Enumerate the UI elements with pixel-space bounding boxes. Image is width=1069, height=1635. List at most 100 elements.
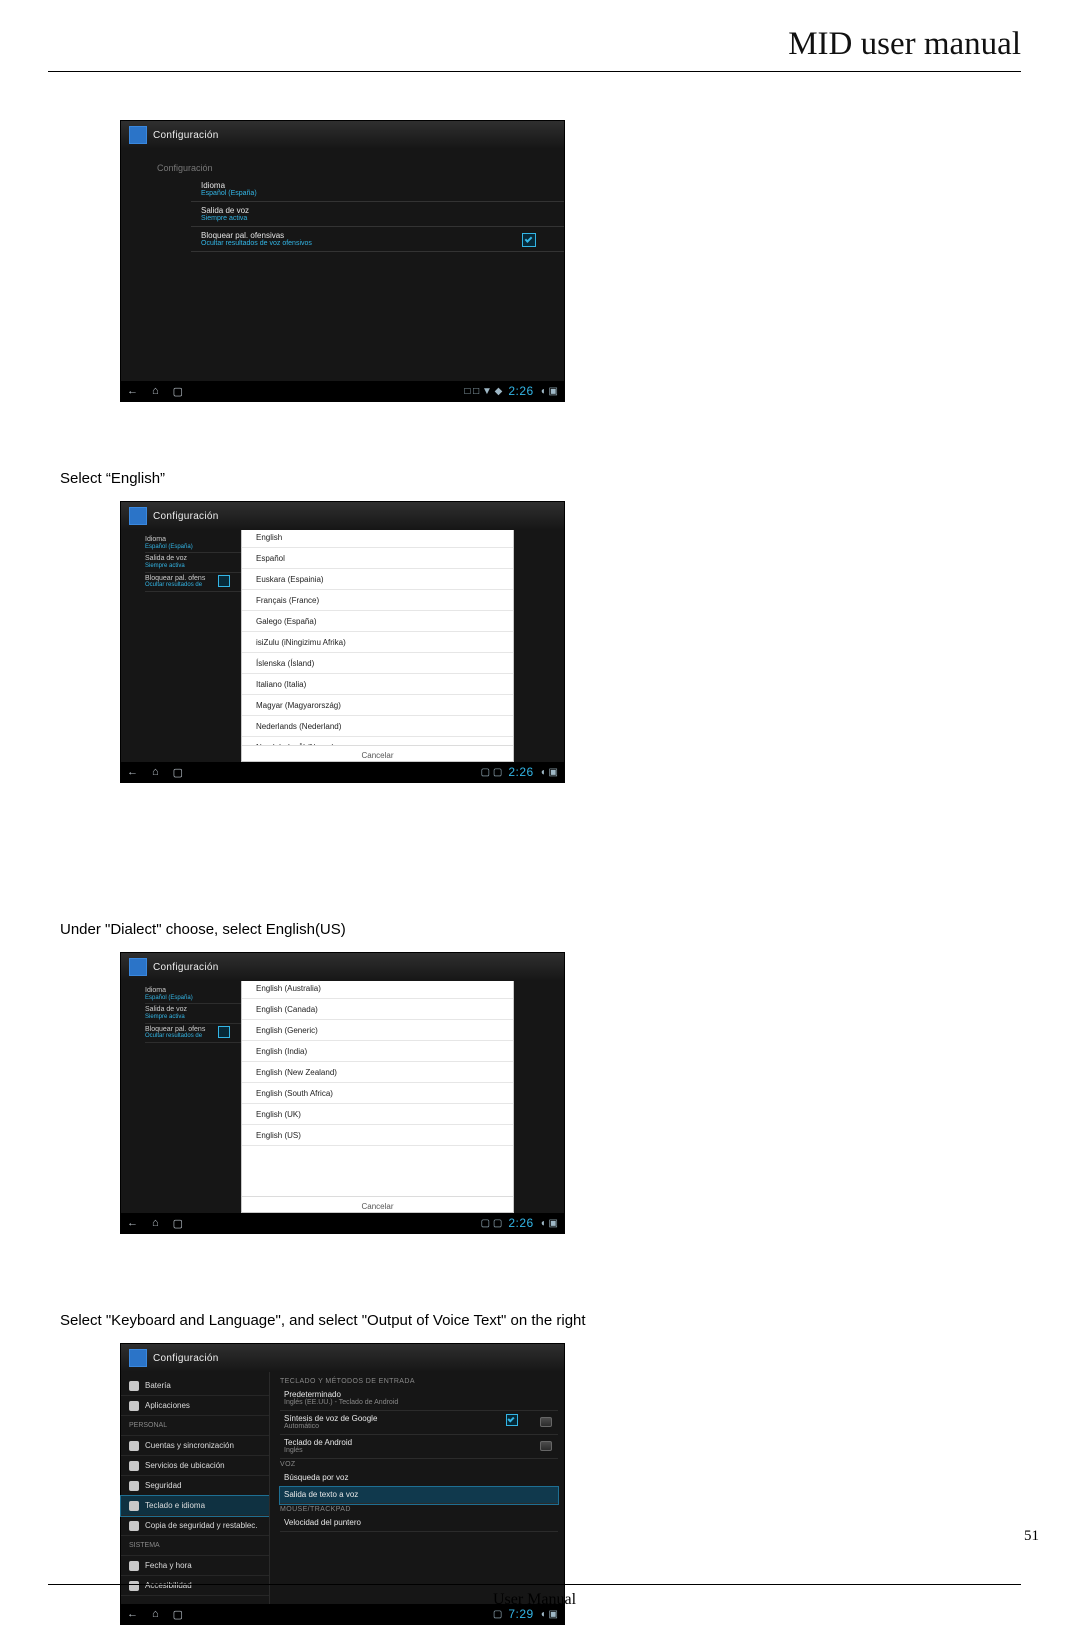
language-option[interactable]: Nederlands (Nederland): [242, 716, 513, 737]
language-option[interactable]: English (Australia): [242, 978, 513, 999]
language-option[interactable]: English (India): [242, 1041, 513, 1062]
recent-icon[interactable]: ▢: [173, 385, 183, 398]
category-icon: [129, 1501, 139, 1511]
settings-icon[interactable]: [540, 1441, 552, 1451]
caption-select-english: Select “English”: [60, 470, 1021, 487]
language-option[interactable]: Galego (España): [242, 611, 513, 632]
back-icon[interactable]: ←: [127, 1608, 138, 1620]
setting-predeterminado[interactable]: Predeterminado Inglés (EE.UU.) - Teclado…: [280, 1387, 558, 1411]
checkbox-checked-icon[interactable]: [522, 233, 536, 247]
section-header: PERSONAL: [121, 1416, 269, 1436]
checkbox-checked-icon: [218, 575, 230, 587]
language-option[interactable]: Euskara (Espainia): [242, 569, 513, 590]
language-option[interactable]: English (US): [242, 1125, 513, 1146]
category-label: PERSONAL: [129, 1422, 167, 1429]
home-icon[interactable]: ⌂: [152, 766, 159, 778]
language-option[interactable]: English (UK): [242, 1104, 513, 1125]
settings-app-icon: [129, 126, 147, 144]
window-titlebar: Configuración: [121, 502, 564, 530]
setting-subtitle: Ocultar resultados de voz ofensivos: [201, 240, 554, 247]
breadcrumb: Configuración: [121, 163, 564, 177]
language-option[interactable]: Norsk bokmål (Norge): [242, 737, 513, 745]
category-label: Servicios de ubicación: [145, 1461, 225, 1470]
window-title: Configuración: [153, 962, 219, 973]
setting-title: Velocidad del puntero: [284, 1518, 558, 1527]
settings-category[interactable]: Seguridad: [121, 1476, 269, 1496]
dialect-popup: Dialecto English (Australia)English (Can…: [241, 953, 514, 1213]
doc-header-title: MID user manual: [48, 26, 1021, 63]
status-tray: ▢: [493, 1609, 502, 1620]
clock: 7:29: [508, 1607, 533, 1621]
setting-subtitle: Siempre activa: [201, 215, 554, 222]
language-option[interactable]: Español: [242, 548, 513, 569]
android-navbar: ← ⌂ ▢ □ □ ▼ ◆ 2:26 ◖ ▣: [121, 381, 564, 401]
window-titlebar: Configuración: [121, 121, 564, 149]
category-label: Copia de seguridad y restablec.: [145, 1521, 258, 1530]
language-option[interactable]: Italiano (Italia): [242, 674, 513, 695]
category-icon: [129, 1461, 139, 1471]
home-icon[interactable]: ⌂: [152, 1217, 159, 1229]
window-title: Configuración: [153, 511, 219, 522]
language-option[interactable]: English (New Zealand): [242, 1062, 513, 1083]
page-number: 51: [1024, 1528, 1039, 1545]
language-option[interactable]: English: [242, 527, 513, 548]
home-icon[interactable]: ⌂: [152, 1608, 159, 1620]
category-icon: [129, 1381, 139, 1391]
screenshot-1-settings: Configuración Configuración Idioma Españ…: [120, 120, 565, 402]
recent-icon[interactable]: ▢: [173, 1608, 183, 1621]
window-title: Configuración: [153, 1353, 219, 1364]
clock: 2:26: [508, 765, 533, 779]
settings-category[interactable]: Copia de seguridad y restablec.: [121, 1516, 269, 1536]
language-option[interactable]: Français (France): [242, 590, 513, 611]
caption-dialect: Under "Dialect" choose, select English(U…: [60, 921, 1021, 938]
window-titlebar: Configuración: [121, 1344, 564, 1372]
settings-category[interactable]: Aplicaciones: [121, 1396, 269, 1416]
setting-row-bloquear[interactable]: Bloquear pal. ofensivas Ocultar resultad…: [191, 227, 564, 252]
language-option[interactable]: English (South Africa): [242, 1083, 513, 1104]
status-tray: □ □ ▼ ◆: [464, 386, 502, 397]
settings-category[interactable]: Fecha y hora: [121, 1556, 269, 1576]
setting-subtitle: Español (España): [201, 190, 554, 197]
category-icon: [129, 1441, 139, 1451]
setting-row-idioma[interactable]: Idioma Español (España): [191, 177, 564, 202]
settings-category[interactable]: Batería: [121, 1376, 269, 1396]
back-icon[interactable]: ←: [127, 385, 138, 397]
category-label: Aplicaciones: [145, 1401, 190, 1410]
wifi-battery-icon: ◖ ▣: [540, 1609, 558, 1620]
setting-pointer-speed[interactable]: Velocidad del puntero: [280, 1515, 558, 1532]
back-icon[interactable]: ←: [127, 766, 138, 778]
recent-icon[interactable]: ▢: [173, 766, 183, 779]
setting-android-keyboard[interactable]: Teclado de Android Inglés: [280, 1435, 558, 1459]
category-label: Seguridad: [145, 1481, 181, 1490]
language-option[interactable]: Magyar (Magyarország): [242, 695, 513, 716]
android-navbar: ← ⌂ ▢ ▢ ▢ 2:26 ◖ ▣: [121, 1213, 564, 1233]
setting-voice-search[interactable]: Búsqueda por voz: [280, 1470, 558, 1487]
setting-title: Salida de texto a voz: [284, 1490, 558, 1499]
setting-tts-output[interactable]: Salida de texto a voz: [280, 1487, 558, 1504]
language-option[interactable]: Íslenska (Ísland): [242, 653, 513, 674]
language-option[interactable]: English (Canada): [242, 999, 513, 1020]
language-option[interactable]: isiZulu (iNingizimu Afrika): [242, 632, 513, 653]
setting-google-voice[interactable]: Síntesis de voz de Google Automático: [280, 1411, 558, 1435]
settings-category[interactable]: Cuentas y sincronización: [121, 1436, 269, 1456]
setting-subtitle: Inglés: [284, 1447, 558, 1454]
setting-title: Idioma: [201, 181, 554, 190]
setting-row-salida-voz[interactable]: Salida de voz Siempre activa: [191, 202, 564, 227]
settings-icon[interactable]: [540, 1417, 552, 1427]
settings-category[interactable]: Teclado e idioma: [121, 1496, 269, 1516]
language-option[interactable]: English (Generic): [242, 1020, 513, 1041]
status-tray: ▢ ▢: [481, 767, 503, 778]
wifi-battery-icon: ◖ ▣: [540, 1218, 558, 1229]
recent-icon[interactable]: ▢: [173, 1217, 183, 1230]
section-header-mouse: MOUSE/TRACKPAD: [280, 1506, 558, 1513]
status-tray: ▢ ▢: [481, 1218, 503, 1229]
footer-rule: [48, 1584, 1021, 1585]
settings-category[interactable]: Servicios de ubicación: [121, 1456, 269, 1476]
category-label: SISTEMA: [129, 1542, 160, 1549]
checkbox-checked-icon: [218, 1026, 230, 1038]
home-icon[interactable]: ⌂: [152, 385, 159, 397]
checkbox-checked-icon[interactable]: [506, 1414, 518, 1426]
section-header-input: TECLADO Y MÉTODOS DE ENTRADA: [280, 1378, 558, 1385]
back-icon[interactable]: ←: [127, 1217, 138, 1229]
android-navbar: ← ⌂ ▢ ▢ ▢ 2:26 ◖ ▣: [121, 762, 564, 782]
